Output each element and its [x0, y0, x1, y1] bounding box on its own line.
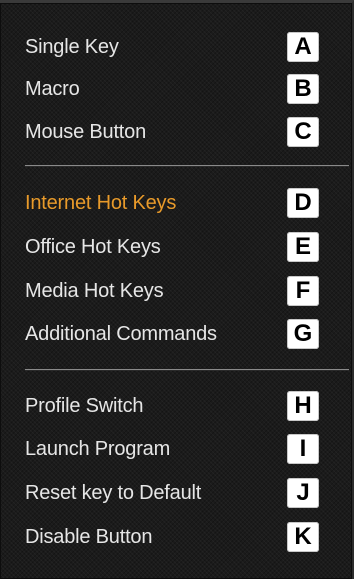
menu-item-media-hot-keys[interactable]: Media Hot Keys F — [0, 271, 352, 311]
shortcut-key-badge: C — [287, 117, 319, 147]
menu-item-office-hot-keys[interactable]: Office Hot Keys E — [0, 227, 352, 267]
menu-item-launch-program[interactable]: Launch Program I — [0, 429, 352, 469]
menu-item-reset-key-to-default[interactable]: Reset key to Default J — [0, 473, 352, 513]
shortcut-key-badge: F — [287, 276, 319, 306]
menu-item-additional-commands[interactable]: Additional Commands G — [0, 314, 352, 354]
menu-item-label: Internet Hot Keys — [25, 192, 177, 214]
shortcut-key-badge: G — [287, 319, 319, 349]
shortcut-key-badge: I — [287, 434, 319, 464]
shortcut-key-badge: E — [287, 232, 319, 262]
menu-item-label: Media Hot Keys — [25, 280, 164, 302]
shortcut-key-badge: J — [287, 478, 319, 508]
menu-item-label: Additional Commands — [25, 323, 217, 345]
menu-item-macro[interactable]: Macro B — [0, 69, 352, 109]
menu-item-single-key[interactable]: Single Key A — [0, 27, 352, 67]
menu-item-label: Reset key to Default — [25, 482, 202, 504]
menu-item-label: Mouse Button — [25, 121, 147, 143]
menu-item-label: Disable Button — [25, 526, 153, 548]
shortcut-key-badge: H — [287, 391, 319, 421]
menu-item-internet-hot-keys[interactable]: Internet Hot Keys D — [0, 183, 352, 223]
shortcut-key-badge: D — [287, 188, 319, 218]
menu-item-profile-switch[interactable]: Profile Switch H — [0, 386, 352, 426]
menu-item-label: Macro — [25, 78, 80, 100]
menu-item-mouse-button[interactable]: Mouse Button C — [0, 112, 352, 152]
menu-divider — [25, 165, 349, 166]
menu-divider — [25, 369, 349, 370]
menu-item-label: Profile Switch — [25, 395, 144, 417]
menu-item-label: Single Key — [25, 36, 119, 58]
menu-item-disable-button[interactable]: Disable Button K — [0, 517, 352, 557]
shortcut-key-badge: A — [287, 32, 319, 62]
menu-item-label: Office Hot Keys — [25, 236, 161, 258]
shortcut-key-badge: K — [287, 522, 319, 552]
context-menu: Single Key A Macro B Mouse Button C Inte… — [0, 0, 354, 579]
shortcut-key-badge: B — [287, 74, 319, 104]
menu-item-label: Launch Program — [25, 438, 171, 460]
